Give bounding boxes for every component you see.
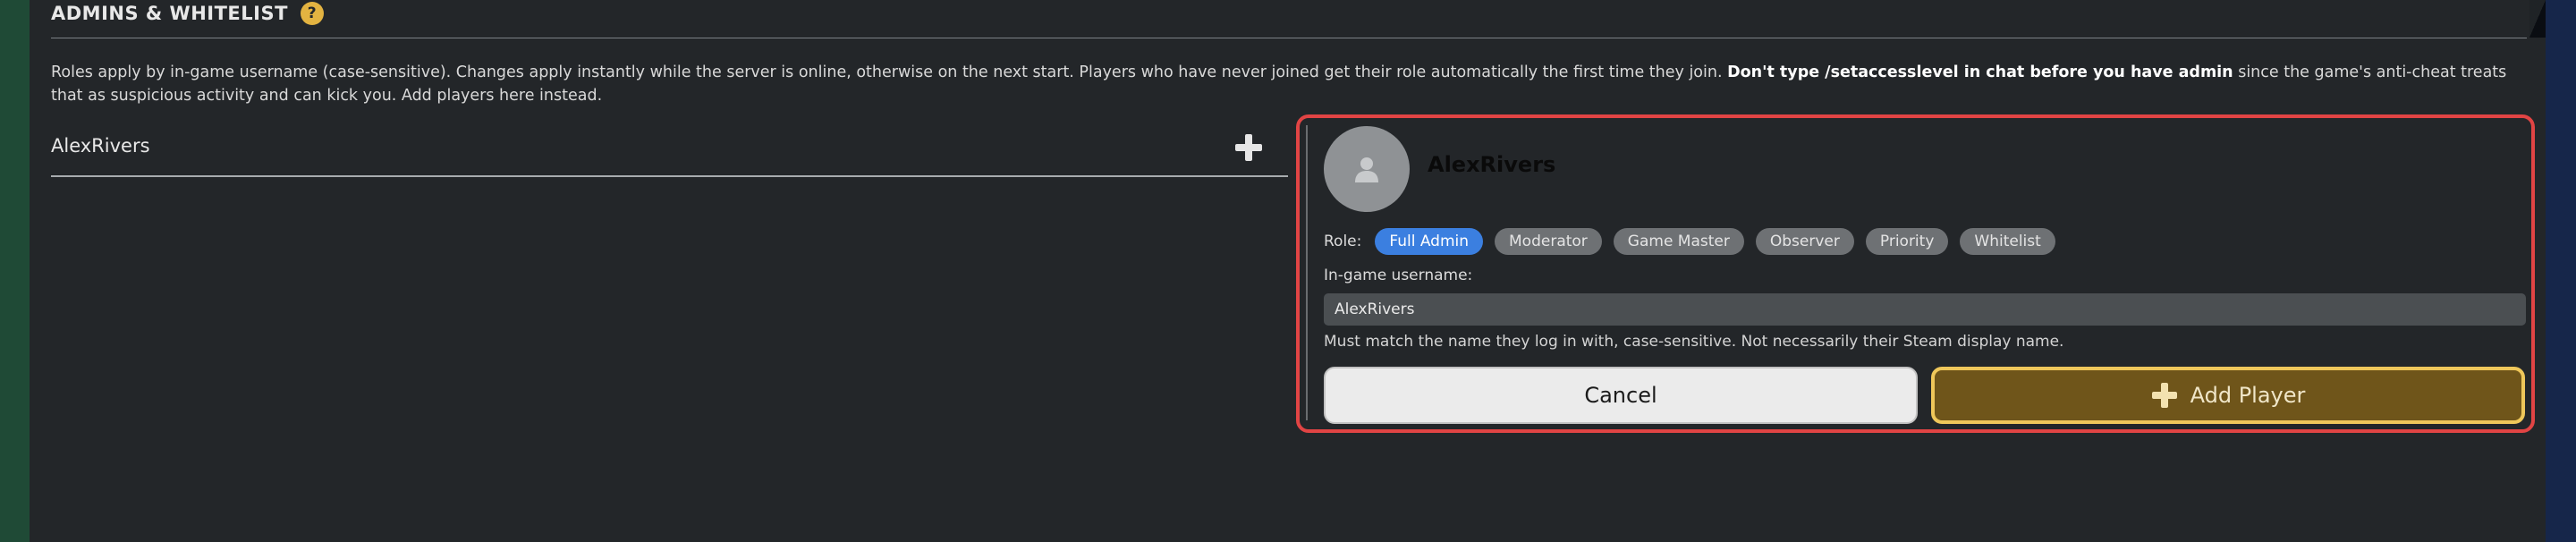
- player-name: AlexRivers: [51, 135, 150, 157]
- role-chip-whitelist[interactable]: Whitelist: [1960, 228, 2055, 255]
- section-description: Roles apply by in-game username (case-se…: [51, 61, 2529, 107]
- card-inner-border: [1306, 125, 1308, 420]
- section-header: ADMINS & WHITELIST ?: [51, 0, 324, 27]
- role-label: Role:: [1324, 233, 1362, 250]
- add-player-label: Add Player: [2190, 383, 2306, 408]
- role-chip-observer[interactable]: Observer: [1755, 228, 1854, 255]
- plus-icon: [2151, 383, 2177, 408]
- card-player-name: AlexRivers: [1428, 152, 1556, 177]
- role-chip-full-admin[interactable]: Full Admin: [1375, 228, 1484, 255]
- avatar: [1324, 126, 1410, 212]
- plus-icon[interactable]: [1233, 132, 1264, 163]
- description-text-1: Roles apply by in-game username (case-se…: [51, 64, 1728, 81]
- right-edge-background: [2546, 0, 2576, 542]
- username-label: In-game username:: [1324, 267, 1473, 284]
- section-title: ADMINS & WHITELIST: [51, 3, 288, 24]
- left-edge-background: [0, 0, 30, 542]
- right-edge-corner: [2529, 0, 2546, 38]
- cancel-button[interactable]: Cancel: [1324, 367, 1918, 424]
- cancel-label: Cancel: [1584, 383, 1657, 408]
- role-chip-priority[interactable]: Priority: [1865, 228, 1949, 255]
- player-edit-card: AlexRivers Role: Full Admin Moderator Ga…: [1296, 114, 2535, 433]
- username-hint: Must match the name they log in with, ca…: [1324, 333, 2064, 351]
- app-screen: ADMINS & WHITELIST ? Roles apply by in-g…: [0, 0, 2576, 542]
- role-chip-moderator[interactable]: Moderator: [1495, 228, 1602, 255]
- help-glyph: ?: [307, 4, 318, 22]
- user-silhouette-icon: [1355, 157, 1378, 182]
- role-chip-game-master[interactable]: Game Master: [1613, 228, 1744, 255]
- question-circle-icon[interactable]: ?: [300, 2, 324, 25]
- add-player-button[interactable]: Add Player: [1931, 367, 2525, 424]
- role-selector: Role: Full Admin Moderator Game Master O…: [1324, 227, 2055, 256]
- description-warning: Don't type /setaccesslevel in chat befor…: [1727, 64, 2233, 81]
- username-input[interactable]: [1324, 293, 2526, 326]
- player-list-row[interactable]: AlexRivers: [51, 125, 1288, 177]
